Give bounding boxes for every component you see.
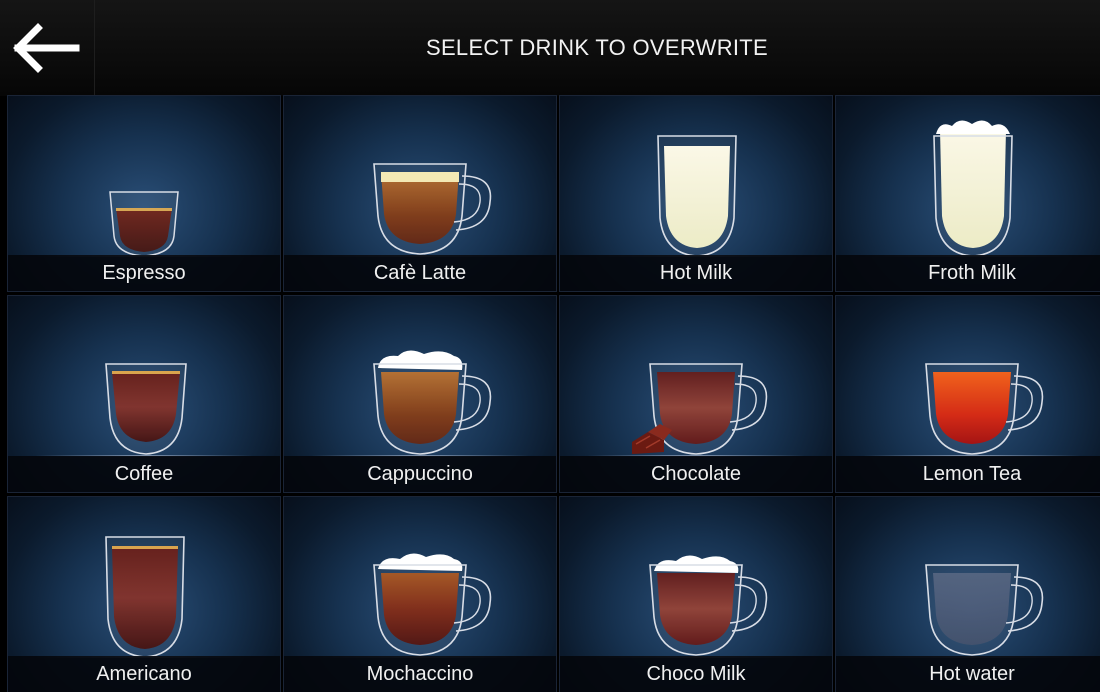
froth-milk-glass-icon <box>933 120 1013 256</box>
drink-tile-mochaccino[interactable]: Mochaccino <box>283 496 557 692</box>
drink-grid: Espresso Cafè Latte Hot Milk Froth Milk <box>7 95 1100 692</box>
drink-label: Americano <box>8 656 280 692</box>
cappuccino-cup-icon <box>373 350 492 455</box>
drink-tile-choco-milk[interactable]: Choco Milk <box>559 496 833 692</box>
mochaccino-cup-icon <box>373 553 492 656</box>
drink-tile-lemon-tea[interactable]: Lemon Tea <box>835 295 1100 493</box>
drink-tile-americano[interactable]: Americano <box>7 496 281 692</box>
arrow-left-icon <box>13 23 80 73</box>
drink-tile-hot-water[interactable]: Hot water <box>835 496 1100 692</box>
coffee-cup-icon <box>105 363 187 455</box>
drink-tile-chocolate[interactable]: Chocolate <box>559 295 833 493</box>
chocolate-cup-icon <box>632 363 768 455</box>
drink-label: Mochaccino <box>284 656 556 692</box>
drink-label: Cappuccino <box>284 456 556 492</box>
drink-label: Choco Milk <box>560 656 832 692</box>
drink-tile-froth-milk[interactable]: Froth Milk <box>835 95 1100 292</box>
drink-tile-coffee[interactable]: Coffee <box>7 295 281 493</box>
drink-tile-cappuccino[interactable]: Cappuccino <box>283 295 557 493</box>
drink-label: Chocolate <box>560 456 832 492</box>
drink-tile-cafe-latte[interactable]: Cafè Latte <box>283 95 557 292</box>
page-title: SELECT DRINK TO OVERWRITE <box>425 35 769 60</box>
drink-tile-espresso[interactable]: Espresso <box>7 95 281 292</box>
lemon-tea-cup-icon <box>925 363 1044 455</box>
drink-tile-hot-milk[interactable]: Hot Milk <box>559 95 833 292</box>
drink-label: Lemon Tea <box>836 456 1100 492</box>
top-bar: SELECT DRINK TO OVERWRITE <box>0 0 1100 96</box>
hot-water-cup-icon <box>925 564 1044 656</box>
cafe-latte-cup-icon <box>373 163 492 255</box>
hot-milk-glass-icon <box>657 135 737 256</box>
drink-label: Espresso <box>8 255 280 291</box>
drink-label: Froth Milk <box>836 255 1100 291</box>
drink-label: Coffee <box>8 456 280 492</box>
back-button[interactable] <box>0 0 95 96</box>
drink-label: Cafè Latte <box>284 255 556 291</box>
drink-label: Hot water <box>836 656 1100 692</box>
choco-milk-cup-icon <box>649 555 768 656</box>
drink-label: Hot Milk <box>560 255 832 291</box>
americano-glass-icon <box>105 536 185 657</box>
espresso-cup-icon <box>109 191 179 256</box>
